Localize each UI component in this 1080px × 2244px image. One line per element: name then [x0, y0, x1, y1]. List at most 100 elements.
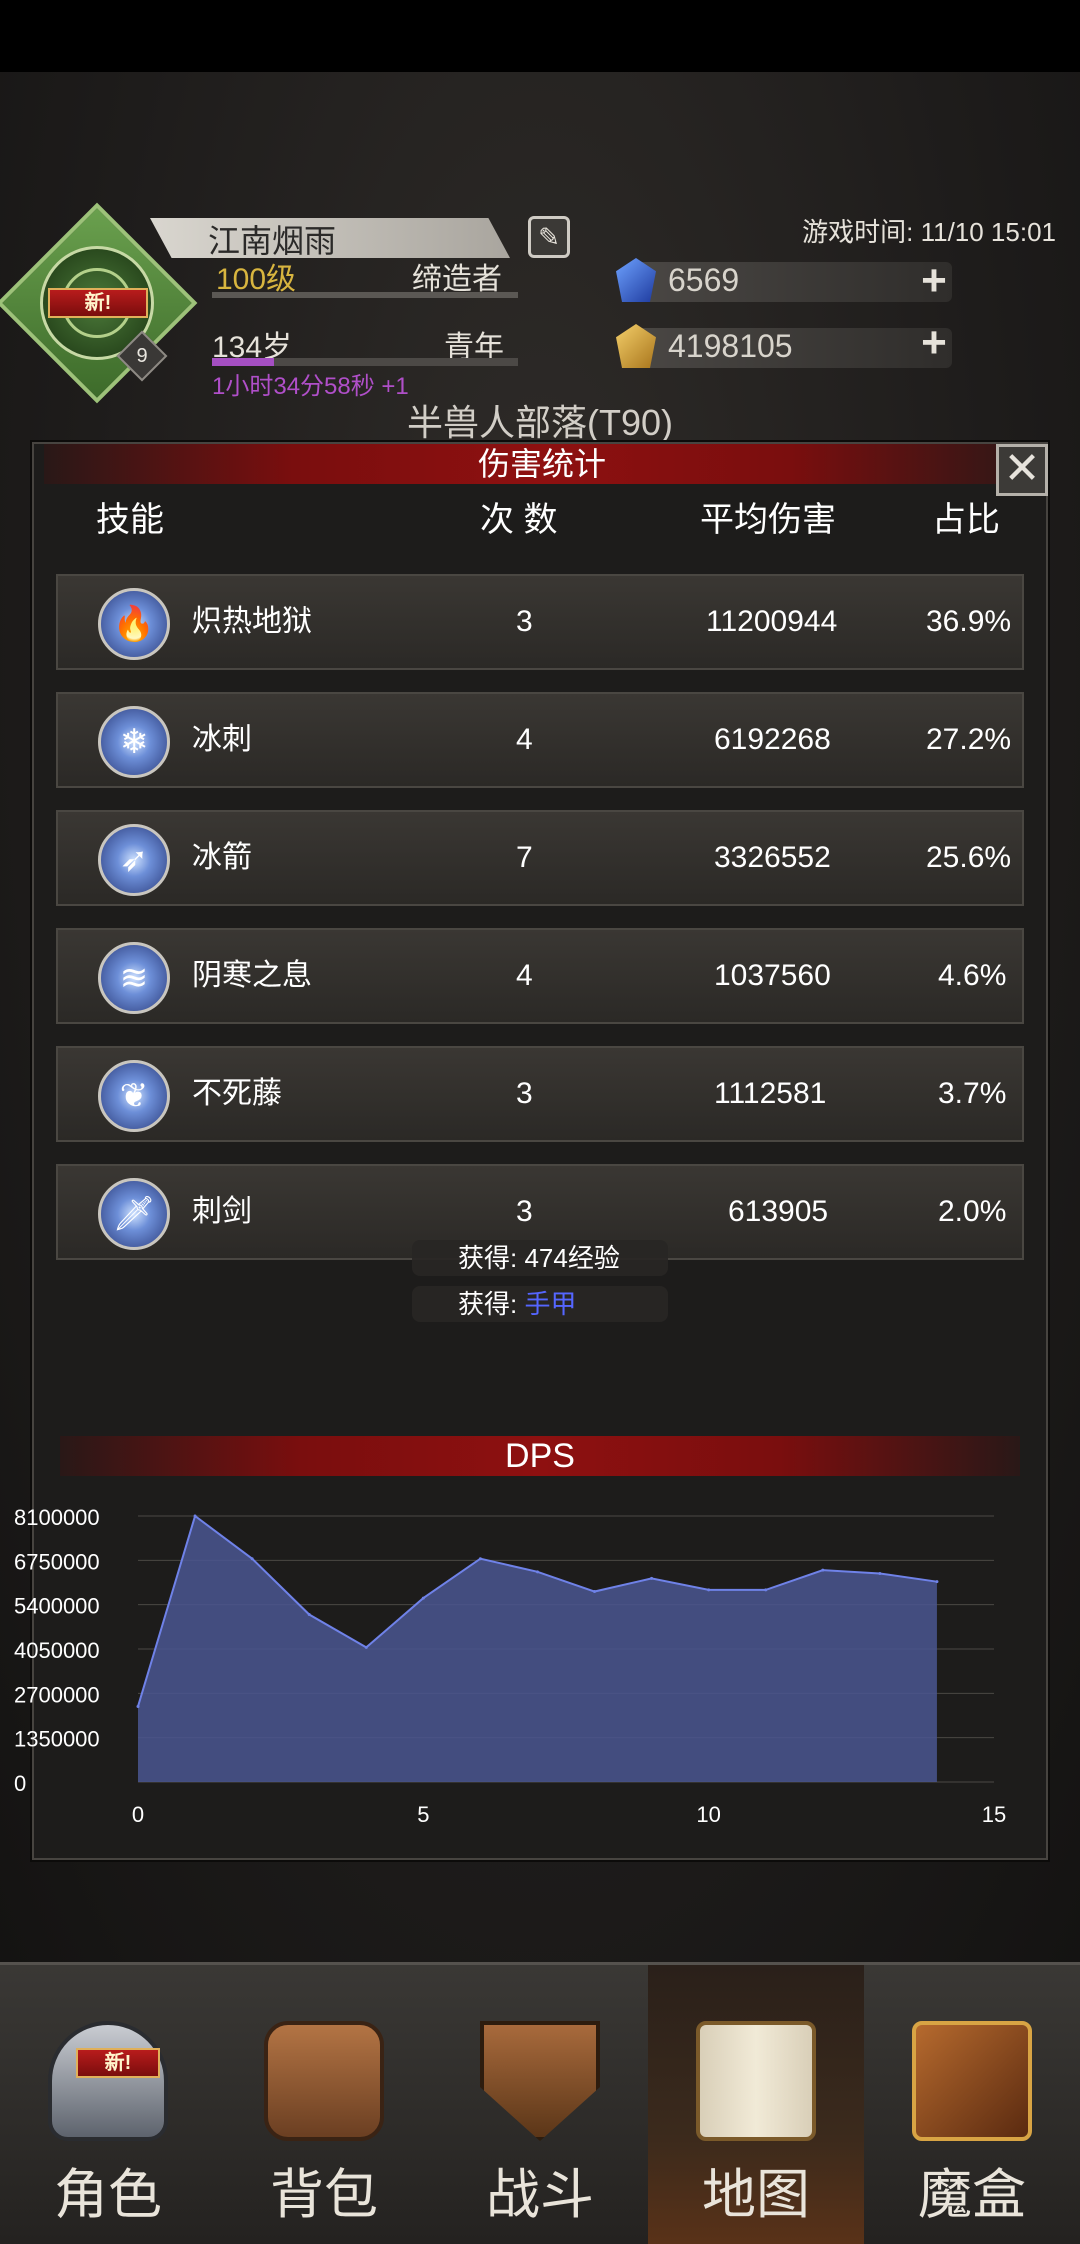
skill-name: 冰刺 — [192, 723, 252, 756]
game-time: 游戏时间: 11/10 15:01 — [802, 217, 1056, 247]
dps-point — [421, 1596, 425, 1600]
nav-label-character: 角色 — [54, 2163, 162, 2226]
skill-count: 7 — [516, 841, 533, 874]
dps-point — [878, 1571, 882, 1575]
exp-toast-prefix: 获得: — [458, 1243, 525, 1273]
edit-name-icon[interactable]: ✎ — [528, 216, 570, 258]
sword-shield-icon — [480, 2021, 600, 2141]
column-header-count: 次 数 — [480, 501, 558, 539]
nav-item-character[interactable]: 角色 — [0, 1965, 216, 2244]
skill-count: 3 — [516, 1077, 533, 1110]
rapier-icon: 🗡 — [98, 1178, 170, 1250]
dps-point — [593, 1590, 597, 1594]
skill-name: 不死藤 — [192, 1077, 282, 1110]
skill-count: 3 — [516, 605, 533, 638]
dps-point — [136, 1704, 140, 1708]
table-row[interactable]: ❄ 冰刺 4 6192268 27.2% — [56, 692, 1024, 788]
y-tick-label: 4050000 — [14, 1638, 100, 1663]
dps-point — [364, 1645, 368, 1649]
loot-toast-prefix: 获得: — [458, 1289, 525, 1319]
avatar-level-badge-text: 9 — [136, 345, 148, 367]
nav-label-map: 地图 — [702, 2163, 810, 2226]
skill-avg-damage: 1112581 — [714, 1077, 827, 1110]
x-tick-label: 10 — [696, 1802, 720, 1827]
dps-chart: 0 1350000 2700000 4050000 5400000 6750000 8100… — [14, 1505, 1006, 1827]
dps-area — [138, 1516, 937, 1782]
loot-toast-value: 手甲 — [524, 1289, 577, 1319]
skill-avg-damage: 613905 — [728, 1195, 829, 1228]
dps-point — [935, 1580, 939, 1584]
map-title: 半兽人部落(T90) — [406, 402, 673, 443]
age-progress-fill — [212, 358, 274, 366]
table-row[interactable]: 🔥 炽热地狱 3 11200944 36.9% — [56, 574, 1024, 670]
nav-item-map[interactable]: 地图 — [648, 1965, 864, 2244]
panel-title: 伤害统计 — [477, 446, 606, 482]
column-header-avg-damage: 平均伤害 — [700, 501, 836, 539]
skill-count: 4 — [516, 723, 533, 756]
table-row[interactable]: ≋ 阴寒之息 4 1037560 4.6% — [56, 928, 1024, 1024]
frost-breath-icon: ≋ — [98, 942, 170, 1014]
skill-avg-damage: 1037560 — [714, 959, 831, 992]
loot-gain-toast: 获得: 手甲 — [412, 1286, 668, 1322]
dps-point — [764, 1588, 768, 1592]
skill-share: 36.9% — [926, 605, 1012, 638]
x-tick-label: 15 — [982, 1802, 1006, 1827]
skill-name: 冰箭 — [192, 841, 252, 874]
dps-point — [535, 1570, 539, 1574]
dps-point — [821, 1568, 825, 1572]
dps-point — [707, 1588, 711, 1592]
exp-toast-value: 474经验 — [524, 1243, 620, 1273]
exp-gain-toast: 获得: 474经验 — [412, 1240, 668, 1276]
skill-share: 3.7% — [938, 1077, 1007, 1110]
nav-label-backpack: 背包 — [270, 2163, 378, 2226]
column-header-share: 占比 — [932, 501, 1000, 539]
x-tick-label: 5 — [417, 1802, 429, 1827]
y-tick-label: 0 — [14, 1771, 26, 1796]
dps-point — [193, 1514, 197, 1518]
dps-point — [650, 1576, 654, 1580]
nav-item-battle[interactable]: 战斗 — [432, 1965, 648, 2244]
dps-point — [478, 1557, 482, 1561]
skill-name: 刺剑 — [192, 1195, 252, 1228]
nav-label-battle: 战斗 — [486, 2163, 594, 2226]
dps-point — [250, 1557, 254, 1561]
magic-box-icon — [912, 2021, 1032, 2141]
skill-avg-damage: 11200944 — [706, 605, 838, 638]
x-tick-label: 0 — [132, 1802, 144, 1827]
skill-avg-damage: 6192268 — [714, 723, 831, 756]
nav-item-magic-box[interactable]: 魔盒 — [864, 1965, 1080, 2244]
column-header-skill: 技能 — [96, 501, 164, 539]
nav-new-badge: 新! — [76, 2048, 160, 2078]
status-bar — [0, 0, 1080, 72]
skill-avg-damage: 3326552 — [714, 841, 831, 874]
level-divider — [212, 292, 518, 298]
helmet-icon — [48, 2021, 168, 2141]
nav-item-backpack[interactable]: 背包 — [216, 1965, 432, 2244]
scroll-map-icon — [696, 2021, 816, 2141]
table-row[interactable]: ❦ 不死藤 3 1112581 3.7% — [56, 1046, 1024, 1142]
close-button[interactable]: ✕ — [996, 444, 1048, 496]
table-row[interactable]: ➶ 冰箭 7 3326552 25.6% — [56, 810, 1024, 906]
skill-share: 2.0% — [938, 1195, 1007, 1228]
y-tick-label: 6750000 — [14, 1549, 100, 1574]
avatar-new-badge: 新! — [48, 288, 148, 318]
backpack-icon — [264, 2021, 384, 2141]
y-tick-label: 8100000 — [14, 1505, 100, 1530]
y-tick-label: 1350000 — [14, 1727, 100, 1752]
gold-value: 4198105 — [668, 328, 793, 364]
add-gems-button[interactable]: + — [916, 259, 952, 303]
skill-share: 25.6% — [926, 841, 1012, 874]
skill-share: 27.2% — [926, 723, 1012, 756]
bottom-nav: 角色 背包 战斗 地图 魔盒 — [0, 1962, 1080, 2244]
panel-title-bar: 伤害统计 — [44, 444, 1040, 484]
add-gold-button[interactable]: + — [916, 321, 952, 365]
y-tick-label: 2700000 — [14, 1682, 100, 1707]
ice-spike-icon: ❄ — [98, 706, 170, 778]
dps-chart-title: DPS — [60, 1436, 1020, 1476]
skill-share: 4.6% — [938, 959, 1007, 992]
skill-name: 炽热地狱 — [192, 605, 312, 638]
undead-vine-icon: ❦ — [98, 1060, 170, 1132]
dps-point — [307, 1613, 311, 1617]
ice-arrow-icon: ➶ — [98, 824, 170, 896]
y-tick-label: 5400000 — [14, 1594, 100, 1619]
